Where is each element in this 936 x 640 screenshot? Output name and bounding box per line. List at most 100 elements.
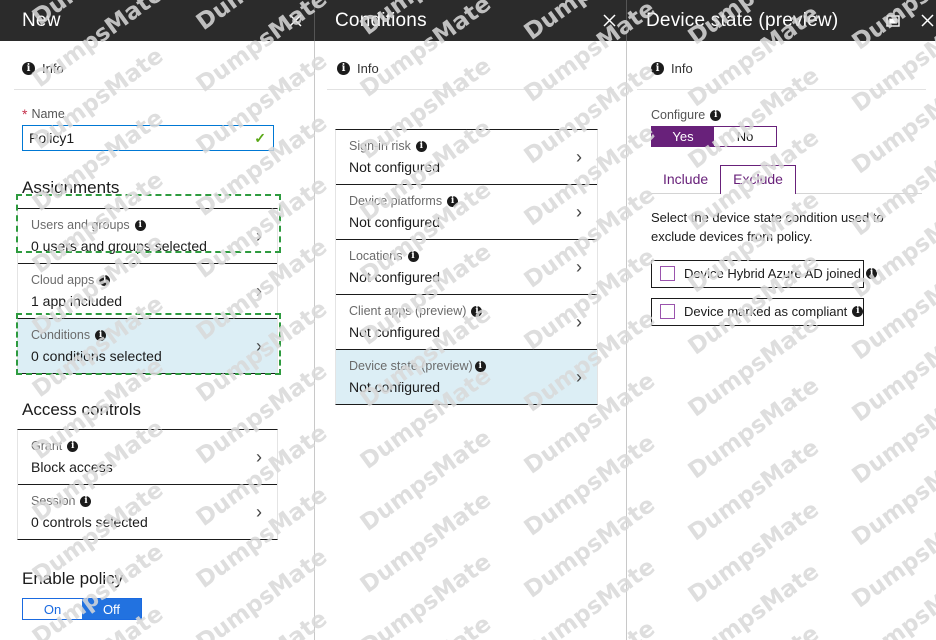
card-caption-text: Client apps (preview) [349, 304, 467, 318]
chevron-right-icon: › [256, 226, 262, 246]
enable-policy-toggle[interactable]: On Off [22, 598, 142, 620]
header-divider-2 [626, 0, 627, 41]
maximize-icon[interactable] [884, 12, 902, 30]
panel-title-conditions: Conditions [335, 9, 427, 31]
info-icon[interactable]: i [67, 440, 79, 452]
card-value: Not configured [349, 324, 441, 340]
checkbox-label-text: Device Hybrid Azure AD joined [684, 266, 862, 282]
card-caption: Session i [31, 494, 251, 508]
assignments-card-list: Users and groups i 0 users and groups se… [17, 208, 278, 374]
card-value: 0 users and groups selected [31, 238, 207, 254]
card-caption: Device platforms i [349, 194, 571, 208]
info-icon[interactable]: i [407, 250, 419, 262]
info-icon[interactable]: i [95, 329, 107, 341]
info-icon: i [651, 62, 664, 75]
checkbox-icon[interactable] [660, 266, 675, 282]
chevron-right-icon: › [576, 367, 582, 387]
checkbox-icon[interactable] [660, 304, 675, 320]
enable-policy-option-on[interactable]: On [23, 599, 82, 619]
condition-card-client-apps[interactable]: Client apps (preview) i Not configured › [336, 294, 597, 349]
panel-title-new: New [22, 9, 61, 31]
card-caption-text: Session [31, 494, 76, 508]
panel-divider-left [314, 41, 315, 640]
info-label: Info [671, 61, 693, 76]
assignment-card-conditions[interactable]: Conditions i 0 conditions selected › [18, 318, 277, 373]
info-icon[interactable]: i [447, 195, 459, 207]
access-control-card-session[interactable]: Session i 0 controls selected › [18, 484, 277, 539]
configure-option-no[interactable]: No [714, 127, 776, 146]
tab-exclude[interactable]: Exclude [720, 165, 796, 194]
panel-header-conditions: Conditions [335, 0, 427, 41]
info-label: Info [42, 61, 64, 76]
info-separator [14, 89, 300, 90]
card-caption: Client apps (preview) i [349, 304, 571, 318]
card-caption: Conditions i [31, 328, 251, 342]
panel-divider-right [626, 41, 627, 640]
panel-header-actions-new [286, 0, 304, 41]
name-field-group: * Name Policy1 ✓ [22, 107, 274, 151]
access-controls-heading: Access controls [22, 400, 142, 419]
chevron-right-icon: › [256, 336, 262, 356]
title-bar: New Conditions Device state (preview) [0, 0, 936, 41]
panel-header-device-state: Device state (preview) [646, 0, 838, 41]
info-icon[interactable]: i [852, 306, 864, 318]
info-icon[interactable]: i [474, 360, 486, 372]
info-icon: i [337, 62, 350, 75]
info-bar-conditions[interactable]: i Info [337, 52, 626, 85]
info-bar-device-state[interactable]: i Info [651, 52, 936, 85]
info-icon[interactable]: i [866, 268, 878, 280]
check-icon: ✓ [254, 129, 266, 146]
card-caption-text: Cloud apps [31, 273, 95, 287]
condition-card-device-platforms[interactable]: Device platforms i Not configured › [336, 184, 597, 239]
card-value: Not configured [349, 214, 441, 230]
card-caption: Cloud apps i [31, 273, 251, 287]
assignments-heading: Assignments [22, 178, 120, 197]
card-caption-text: Users and groups [31, 218, 130, 232]
info-icon[interactable]: i [471, 305, 483, 317]
tab-include[interactable]: Include [651, 165, 720, 194]
configure-toggle[interactable]: Yes No [651, 126, 777, 147]
assignment-card-users-and-groups[interactable]: Users and groups i 0 users and groups se… [18, 209, 277, 263]
chevron-right-icon: › [576, 202, 582, 222]
info-separator [637, 89, 926, 90]
panel-header-new: New [22, 0, 61, 41]
info-icon[interactable]: i [415, 140, 427, 152]
info-icon[interactable]: i [710, 109, 722, 121]
info-separator [327, 89, 614, 90]
card-caption-text: Grant [31, 439, 63, 453]
device-state-helper-text: Select the device state condition used t… [651, 210, 884, 244]
enable-policy-option-off[interactable]: Off [82, 599, 141, 619]
include-exclude-tabs: Include Exclude [651, 164, 922, 194]
name-field-label: * Name [22, 107, 274, 121]
card-caption-text: Conditions [31, 328, 91, 342]
close-icon[interactable] [286, 12, 304, 30]
checkbox-row-device-hybrid-azure-ad-joined[interactable]: Device Hybrid Azure AD joined i [651, 259, 878, 288]
close-icon[interactable] [918, 12, 936, 30]
access-control-card-grant[interactable]: Grant i Block access › [18, 430, 277, 484]
new-policy-panel: i Info * Name Policy1 ✓ Assignments User… [0, 41, 314, 640]
conditions-card-list: Sign-in risk i Not configured › Device p… [335, 129, 598, 405]
info-icon[interactable]: i [134, 219, 146, 231]
configure-option-yes[interactable]: Yes [652, 127, 714, 146]
configure-group: Configure i Yes No [651, 108, 936, 147]
condition-card-locations[interactable]: Locations i Not configured › [336, 239, 597, 294]
info-icon: i [22, 62, 35, 75]
configure-label: Configure i [651, 108, 936, 122]
condition-card-device-state[interactable]: Device state (preview) i Not configured … [336, 349, 597, 404]
condition-card-sign-in-risk[interactable]: Sign-in risk i Not configured › [336, 130, 597, 184]
checkbox-label: Device marked as compliant i [684, 304, 864, 319]
assignment-card-cloud-apps[interactable]: Cloud apps i 1 app included › [18, 263, 277, 318]
card-value: Block access [31, 459, 113, 475]
name-label-text: Name [31, 107, 65, 121]
card-caption-text: Device state (preview) [349, 359, 473, 373]
card-caption: Sign-in risk i [349, 139, 571, 153]
info-icon[interactable]: i [80, 495, 92, 507]
checkbox-row-device-marked-as-compliant[interactable]: Device marked as compliant i [651, 297, 864, 326]
access-controls-card-list: Grant i Block access › Session i 0 contr… [17, 429, 278, 540]
policy-name-input[interactable]: Policy1 ✓ [22, 125, 274, 151]
panel-title-device-state: Device state (preview) [646, 9, 839, 31]
info-bar-new[interactable]: i Info [22, 52, 314, 85]
conditions-panel: i Info Sign-in risk i Not configured › D… [315, 41, 626, 640]
info-icon[interactable]: i [99, 274, 111, 286]
close-icon[interactable] [600, 12, 618, 30]
